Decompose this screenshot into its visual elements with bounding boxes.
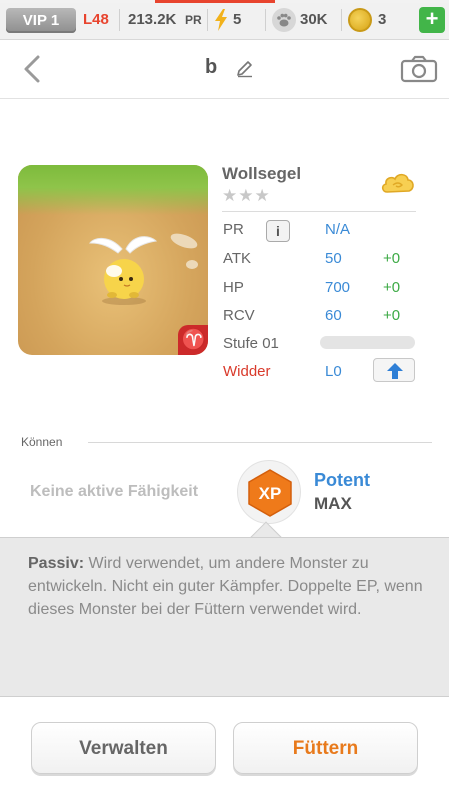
passive-description: Passiv: Wird verwendet, um andere Monste… — [28, 552, 428, 621]
vip-badge[interactable]: VIP 1 — [6, 8, 76, 33]
add-gems-button[interactable]: + — [419, 7, 445, 33]
divider — [207, 9, 208, 31]
passive-skill-name: Potent — [314, 470, 370, 490]
status-bar-accent — [155, 0, 275, 3]
header-divider — [0, 98, 449, 99]
rock-decoration — [168, 230, 200, 252]
zodiac-label: Widder — [223, 363, 271, 380]
edit-pencil-icon[interactable] — [235, 58, 255, 78]
divider — [265, 9, 266, 31]
level-progress-bar — [320, 336, 415, 349]
camera-icon[interactable] — [400, 55, 438, 83]
paw-icon — [272, 8, 296, 32]
feed-button[interactable]: Füttern — [233, 722, 418, 774]
monster-creature-image — [89, 236, 158, 305]
passive-text: Wird verwendet, um andere Monster zu ent… — [28, 555, 423, 618]
skills-divider — [88, 442, 432, 443]
power-label: PR — [185, 13, 202, 27]
xp-icon-text: XP — [259, 484, 282, 503]
xp-skill-icon[interactable]: XP — [237, 460, 301, 524]
level-label: Stufe 01 — [223, 335, 279, 352]
rcv-value: 60 — [325, 307, 342, 324]
monster-nickname: b — [205, 56, 218, 78]
manage-button[interactable]: Verwalten — [31, 722, 216, 774]
energy-bolt-icon — [215, 9, 227, 31]
zodiac-level: L0 — [325, 363, 342, 380]
back-arrow-icon[interactable] — [20, 54, 44, 84]
atk-value: 50 — [325, 250, 342, 267]
gem-coin-icon — [348, 8, 372, 32]
pr-info-button[interactable]: i — [266, 220, 290, 242]
element-cloud-icon — [381, 173, 414, 193]
passive-label: Passiv: — [28, 555, 85, 572]
hp-bonus: +0 — [383, 279, 401, 296]
rock-decoration — [186, 260, 198, 269]
gem-count: 3 — [378, 11, 387, 28]
divider — [341, 9, 342, 31]
player-level: L48 — [83, 11, 109, 28]
zodiac-aries-badge: ♈ — [178, 325, 208, 355]
up-arrow-icon — [387, 363, 403, 379]
food-count: 30K — [300, 11, 328, 28]
star-rating: ★★★ — [222, 186, 271, 205]
hp-value: 700 — [325, 279, 351, 296]
skills-section-label: Können — [21, 435, 63, 449]
pr-value: N/A — [325, 221, 351, 238]
passive-skill-level: MAX — [314, 494, 352, 513]
no-active-skill-text: Keine aktive Fähigkeit — [30, 483, 199, 500]
energy-count: 5 — [233, 11, 242, 28]
pr-label: PR — [223, 221, 244, 238]
hp-label: HP — [223, 279, 244, 296]
rcv-bonus: +0 — [383, 307, 401, 324]
zodiac-upgrade-button[interactable] — [373, 358, 415, 382]
atk-bonus: +0 — [383, 250, 401, 267]
stats-divider — [222, 211, 416, 212]
grass-background — [18, 165, 208, 215]
power-value: 213.2K — [128, 11, 177, 28]
monster-portrait[interactable]: ♈ — [18, 165, 208, 355]
atk-label: ATK — [223, 250, 252, 267]
monster-species-name: Wollsegel — [222, 164, 302, 183]
status-bar: VIP 1 L48 213.2K PR 5 30K 3 + — [0, 0, 449, 40]
rcv-label: RCV — [223, 307, 255, 324]
divider — [119, 9, 120, 31]
xp-hexagon-icon: XP — [248, 469, 292, 517]
